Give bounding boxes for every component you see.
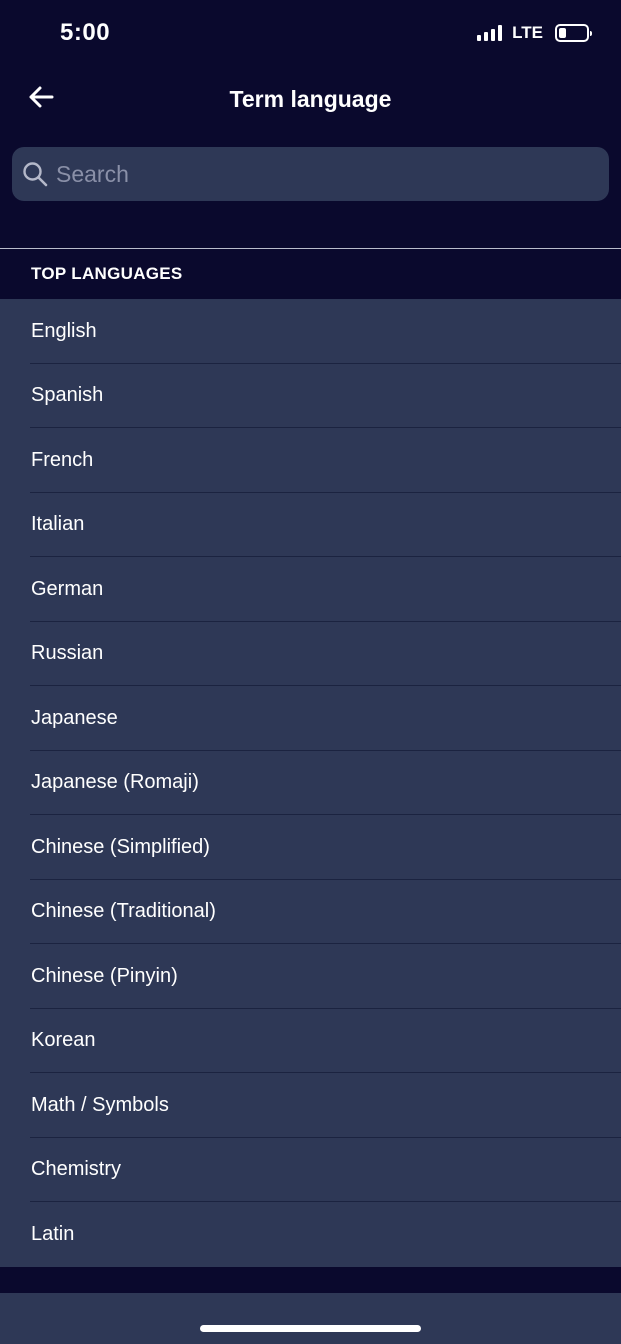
page-title: Term language [229,86,392,112]
list-item[interactable]: Chinese (Traditional) [0,880,621,945]
list-item[interactable]: Latin [0,1202,621,1267]
bottom-bar [0,1293,621,1344]
search-icon [22,161,48,187]
list-item[interactable]: Chinese (Simplified) [0,815,621,880]
home-indicator[interactable] [200,1325,421,1332]
section-header: TOP LANGUAGES [31,264,183,283]
list-item[interactable]: English [0,299,621,364]
bottom-gap [0,1267,621,1293]
list-item[interactable]: Russian [0,622,621,687]
status-bar: 5:00 LTE [0,0,621,66]
language-list: English Spanish French Italian German Ru… [0,299,621,1267]
status-time: 5:00 [60,19,111,46]
list-item[interactable]: Spanish [0,364,621,429]
header: Term language [0,70,621,130]
list-item[interactable]: Italian [0,493,621,558]
network-type: LTE [512,23,543,42]
list-item[interactable]: Japanese [0,686,621,751]
battery-icon [555,24,592,42]
signal-icon [477,25,503,41]
screen: 5:00 LTE Term language TOP LAN [0,0,621,1344]
list-item[interactable]: Korean [0,1009,621,1074]
list-item[interactable]: Japanese (Romaji) [0,751,621,816]
list-item[interactable]: French [0,428,621,493]
list-item[interactable]: German [0,557,621,622]
search-input[interactable] [48,147,609,201]
list-item[interactable]: Chinese (Pinyin) [0,944,621,1009]
status-indicators: LTE [477,23,592,43]
list-item[interactable]: Chemistry [0,1138,621,1203]
search-box[interactable] [12,147,609,201]
list-item[interactable]: Math / Symbols [0,1073,621,1138]
